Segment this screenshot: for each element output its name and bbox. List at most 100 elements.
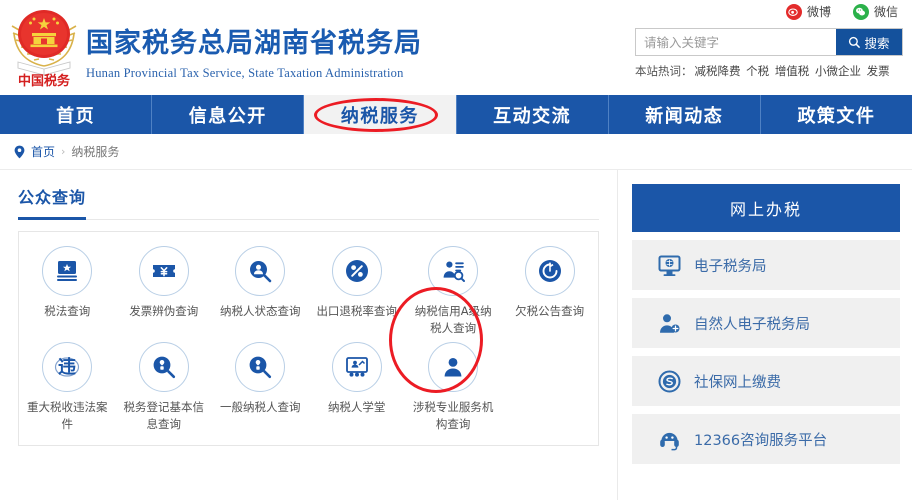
search-button-label: 搜索 xyxy=(864,35,890,51)
tile-empty-slot xyxy=(501,342,597,438)
tile-icon-circle: 违 xyxy=(42,342,93,393)
sidebar-item-natural-person-tax-bureau[interactable]: 自然人电子税务局 xyxy=(632,298,900,348)
hotword-item[interactable]: 个税 xyxy=(746,64,769,78)
sidebar-header: 网上办税 xyxy=(632,184,900,232)
hotword-item[interactable]: 减税降费 xyxy=(695,64,741,78)
sidebar-item-label: 12366咨询服务平台 xyxy=(694,432,828,449)
tile-tax-arrears-announcement-query[interactable]: 欠税公告查询 xyxy=(501,246,597,342)
tile-icon-circle xyxy=(524,246,575,296)
tile-label: 税法查询 xyxy=(44,304,91,318)
sidebar-item-label: 社保网上缴费 xyxy=(694,374,781,391)
tile-tax-law-query[interactable]: 税法查询 xyxy=(19,246,115,342)
site-title-block: 国家税务总局湖南省税务局 Hunan Provincial Tax Servic… xyxy=(80,13,422,81)
headset-icon xyxy=(658,428,681,451)
nav-item-tax-service[interactable]: 纳税服务 xyxy=(304,95,457,134)
breadcrumb-home[interactable]: 首页 xyxy=(31,143,55,160)
breadcrumb-separator: › xyxy=(61,145,66,158)
site-title-cn: 国家税务总局湖南省税务局 xyxy=(86,28,422,60)
sidebar: 网上办税 电子税务局 自然人电子税务局 社保网上缴费 12366咨询服务平台 xyxy=(618,170,912,500)
social-links: 微博 微信 xyxy=(627,0,906,20)
site-header: 中国税务 国家税务总局湖南省税务局 Hunan Provincial Tax S… xyxy=(0,0,912,95)
person-icon xyxy=(440,354,466,380)
taxpayer-status-search-icon xyxy=(247,258,273,284)
tile-label: 出口退税率查询 xyxy=(316,304,397,318)
location-pin-icon xyxy=(14,145,25,159)
nav-item-information-disclosure[interactable]: 信息公开 xyxy=(152,95,305,134)
search-button[interactable]: 搜索 xyxy=(836,29,902,55)
social-label-wechat: 微信 xyxy=(873,5,898,19)
invoice-yuan-icon xyxy=(151,258,177,284)
tile-label: 一般纳税人查询 xyxy=(219,400,301,415)
site-title-en: Hunan Provincial Tax Service, State Taxa… xyxy=(86,65,404,80)
tile-tax-registration-info-query[interactable]: 税务登记基本信息查询 xyxy=(115,342,211,438)
tile-label: 税务登记基本信息查询 xyxy=(123,400,204,432)
sidebar-item-12366-service-platform[interactable]: 12366咨询服务平台 xyxy=(632,414,900,464)
tile-taxpayer-status-query[interactable]: 纳税人状态查询 xyxy=(212,246,308,342)
public-query-box: 税法查询 发票辨伪查询 纳税人状态查询 出口退税率查询 纳税信用A级纳税人查询 … xyxy=(18,231,599,446)
sidebar-item-electronic-tax-bureau[interactable]: 电子税务局 xyxy=(632,240,900,290)
search-input[interactable] xyxy=(636,29,836,55)
sidebar-item-social-security-payment[interactable]: 社保网上缴费 xyxy=(632,356,900,406)
tile-label: 重大税收违法案件 xyxy=(26,400,108,432)
target-clock-icon xyxy=(537,258,563,284)
tile-label: 欠税公告查询 xyxy=(515,304,585,318)
tile-icon-circle xyxy=(138,246,189,296)
svg-text:中国税务: 中国税务 xyxy=(18,73,71,88)
query-tile-grid: 税法查询 发票辨伪查询 纳税人状态查询 出口退税率查询 纳税信用A级纳税人查询 … xyxy=(19,246,598,439)
tile-tax-related-professional-service-query[interactable]: 涉税专业服务机构查询 xyxy=(405,342,501,438)
search-icon xyxy=(848,36,861,49)
social-link-weibo[interactable]: 微博 xyxy=(785,3,831,20)
china-taxation-emblem-icon: 中国税务 xyxy=(8,6,80,88)
nav-item-news[interactable]: 新闻动态 xyxy=(609,95,761,134)
page-title: 公众查询 xyxy=(18,184,87,220)
logo-block[interactable]: 中国税务 国家税务总局湖南省税务局 Hunan Provincial Tax S… xyxy=(0,0,422,88)
tile-general-taxpayer-query[interactable]: 一般纳税人查询 xyxy=(212,342,308,438)
title-divider xyxy=(18,219,599,220)
nav-item-policy-documents[interactable]: 政策文件 xyxy=(761,95,912,134)
tile-taxpayer-classroom[interactable]: 纳税人学堂 xyxy=(308,342,404,438)
tile-icon-circle xyxy=(235,246,286,296)
hotword-item[interactable]: 小微企业 xyxy=(815,64,861,78)
tile-label: 纳税人状态查询 xyxy=(219,304,301,318)
hotwords-row: 本站热词： 减税降费 个税 增值税 小微企业 发票 xyxy=(635,63,906,79)
sidebar-item-label: 自然人电子税务局 xyxy=(694,316,810,333)
hotword-item[interactable]: 增值税 xyxy=(775,64,810,78)
breadcrumb-current: 纳税服务 xyxy=(71,145,120,159)
tile-export-tax-rebate-rate-query[interactable]: 出口退税率查询 xyxy=(308,246,404,342)
tile-icon-circle xyxy=(428,246,479,296)
panel-title-wrap: 公众查询 xyxy=(18,184,599,220)
book-star-icon xyxy=(54,258,80,284)
main-navigation: 首页 信息公开 纳税服务 互动交流 新闻动态 政策文件 xyxy=(0,95,912,134)
wechat-icon xyxy=(852,3,869,20)
hotword-item[interactable]: 发票 xyxy=(867,64,890,78)
tile-label: 纳税信用A级纳税人查询 xyxy=(414,304,492,335)
general-taxpayer-search-icon xyxy=(247,354,273,380)
percent-icon xyxy=(344,258,370,284)
social-link-wechat[interactable]: 微信 xyxy=(852,3,898,20)
breadcrumb: 首页 › 纳税服务 xyxy=(0,134,912,170)
hotwords-label: 本站热词： xyxy=(635,64,693,78)
tile-major-tax-violation-cases[interactable]: 违 重大税收违法案件 xyxy=(19,342,115,438)
tile-invoice-authentication-query[interactable]: 发票辨伪查询 xyxy=(115,246,211,342)
monitor-icon xyxy=(658,254,681,277)
search-bar[interactable]: 搜索 xyxy=(635,28,903,56)
violation-icon: 违 xyxy=(54,354,80,380)
social-label-weibo: 微博 xyxy=(806,5,831,19)
page-body: 公众查询 税法查询 发票辨伪查询 纳税人状态查询 出口退税率查询 纳税信用A级纳… xyxy=(0,170,912,500)
weibo-icon xyxy=(785,3,802,20)
sidebar-item-label: 电子税务局 xyxy=(694,258,767,275)
nav-item-home[interactable]: 首页 xyxy=(0,95,153,134)
person-plus-icon xyxy=(658,312,681,335)
tile-icon-circle xyxy=(428,342,479,393)
classroom-icon xyxy=(344,354,370,380)
tile-icon-circle xyxy=(235,342,286,393)
header-right-zone: 微博 微信 请输入关键字 搜索 本站热词： 减税降费 个税 增值税 小微企业 发… xyxy=(627,0,912,79)
registration-search-icon xyxy=(151,354,177,380)
social-security-icon xyxy=(658,370,681,393)
main-content-column: 公众查询 税法查询 发票辨伪查询 纳税人状态查询 出口退税率查询 纳税信用A级纳… xyxy=(0,170,618,500)
tile-tax-credit-a-level-taxpayer-query[interactable]: 纳税信用A级纳税人查询 xyxy=(405,246,501,342)
tile-label: 涉税专业服务机构查询 xyxy=(412,400,494,432)
tile-icon-circle xyxy=(331,246,382,296)
tile-icon-circle xyxy=(42,246,93,296)
nav-item-interaction[interactable]: 互动交流 xyxy=(457,95,609,134)
